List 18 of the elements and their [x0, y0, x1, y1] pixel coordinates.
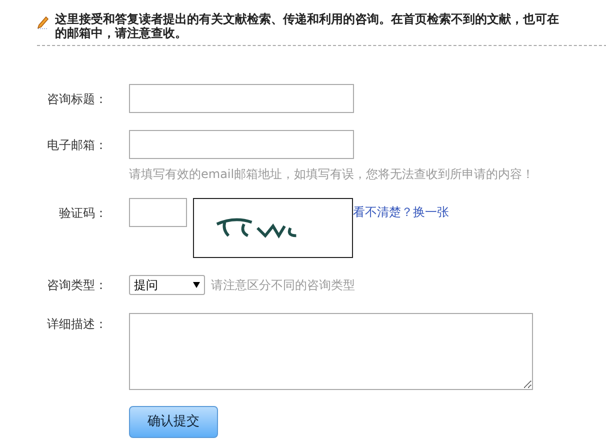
submit-button[interactable]: 确认提交	[129, 406, 218, 438]
field-label: 验证码：	[59, 206, 107, 220]
description-textarea[interactable]	[129, 313, 533, 390]
title-input[interactable]	[129, 84, 354, 113]
email-hint: 请填写有效的email邮箱地址，如填写有误，您将无法查收到所申请的内容！	[129, 167, 534, 181]
type-select[interactable]: 提问	[129, 275, 205, 295]
email-input[interactable]	[129, 130, 354, 159]
notice-text: 这里接受和答复读者提出的有关文献检索、传递和利用的咨询。在首页检索不到的文献，也可在	[55, 12, 560, 26]
field-label: 电子邮箱：	[47, 138, 107, 152]
field-label: 咨询类型：	[47, 278, 107, 292]
refresh-captcha-link[interactable]: 看不清楚？换一张	[353, 198, 449, 227]
captcha-input[interactable]	[129, 198, 187, 227]
notice-text: 的邮箱中，请注意查收。	[55, 26, 188, 40]
field-label: 详细描述：	[47, 317, 107, 331]
pencil-icon	[37, 15, 49, 29]
type-hint: 请注意区分不同的咨询类型	[211, 277, 355, 294]
field-label: 咨询标题：	[47, 92, 107, 106]
dropdown-arrow-icon	[193, 282, 200, 288]
